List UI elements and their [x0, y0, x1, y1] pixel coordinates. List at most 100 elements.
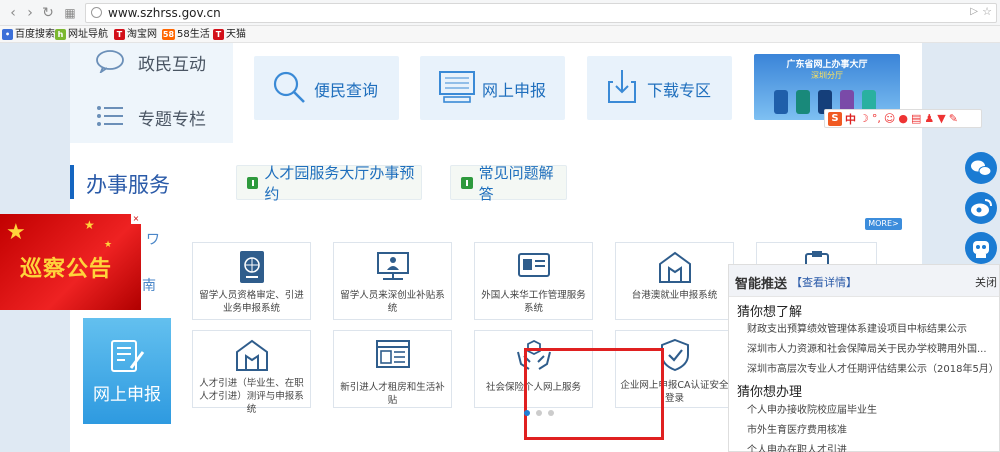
robot-icon[interactable] [965, 232, 997, 264]
service-card-startup-subsidy[interactable]: 留学人员来深创业补贴系统 [333, 242, 452, 320]
push-item[interactable]: 深圳市人力资源和社会保障局关于民办学校聘用外国... [747, 340, 987, 355]
ad-text: 巡察公告 [20, 257, 113, 282]
faq-link[interactable]: 常见问题解答 [450, 164, 567, 203]
monitor-icon [438, 70, 476, 104]
online-apply-box[interactable]: 网上申报 [83, 318, 171, 424]
ime-mode: 中 [845, 112, 856, 126]
moon-icon: ☽ [859, 112, 869, 125]
list-icon [96, 105, 124, 127]
service-card-foreigner-work[interactable]: 外国人来华工作管理服务系统 [474, 242, 593, 320]
partial-label-top: ワ [146, 232, 160, 248]
bookmark-58[interactable]: 58 58生活 [162, 28, 210, 41]
bookmark-hao[interactable]: h 网址导航 [55, 28, 108, 41]
tmall-icon: T [213, 29, 224, 40]
star-icon[interactable]: ☆ [982, 5, 992, 18]
nav-item-interaction[interactable]: 政民互动 [138, 50, 206, 75]
service-card-talent-introduction[interactable]: 人才引进（毕业生、在职人才引进）测评与申报系统 [192, 330, 311, 415]
card-label: 台港澳就业申报系统 [631, 290, 718, 301]
taobao-icon: T [114, 29, 125, 40]
inspection-ad[interactable]: ★ ★ ★ 巡察公告 [0, 214, 141, 310]
tile-online-declare[interactable]: 网上申报 [420, 56, 565, 120]
house-icon [193, 338, 310, 372]
sogou-icon: S [828, 111, 842, 126]
section-accent-bar [70, 165, 74, 199]
push-item[interactable]: 财政支出预算绩效管理体系建设项目中标结果公示 [747, 320, 967, 335]
carousel-dot[interactable] [536, 410, 542, 416]
service-card-hk-macao-taiwan[interactable]: 台港澳就业申报系统 [615, 242, 734, 320]
weibo-icon[interactable] [965, 192, 997, 224]
nav-item-topics[interactable]: 专题专栏 [138, 105, 206, 130]
hao-icon: h [55, 29, 66, 40]
shirt-icon: ▼ [937, 112, 946, 125]
push-item[interactable]: 个人申办接收院校应届毕业生 [747, 401, 877, 416]
section-title: 办事服务 [86, 173, 170, 197]
globe-icon [91, 7, 102, 18]
bookmark-label: 58生活 [177, 29, 210, 40]
view-details-link[interactable]: 【查看详情】 [791, 274, 857, 290]
forward-icon[interactable]: › [22, 5, 38, 21]
partial-label-guide: 南 [142, 278, 156, 294]
user-icon: ♟ [924, 112, 935, 125]
figure-icon [796, 90, 810, 114]
pill-label: 常见问题解答 [478, 163, 554, 203]
chat-bubble-icon [95, 49, 125, 73]
carousel-dot-active[interactable] [524, 410, 530, 416]
bookmarks-bar: • 百度搜索 h 网址导航 T 淘宝网 58 58生活 T 天猫 [0, 26, 1000, 43]
info-icon [247, 176, 259, 189]
play-icon[interactable]: ▷ [970, 6, 978, 17]
smart-push-panel: 智能推送 【查看详情】 关闭 猜你想了解 财政支出预算绩效管理体系建设项目中标结… [728, 264, 1000, 452]
online-apply-label: 网上申报 [93, 385, 161, 405]
bookmark-label: 网址导航 [68, 29, 108, 40]
search-icon [272, 70, 306, 104]
bookmark-tmall[interactable]: T 天猫 [213, 28, 246, 41]
house-icon [616, 250, 733, 284]
appointment-link[interactable]: 人才园服务大厅办事预约 [236, 164, 422, 203]
bookmark-taobao[interactable]: T 淘宝网 [114, 28, 157, 41]
service-card-overseas-qualification[interactable]: 留学人员资格审定、引进业务申报系统 [192, 242, 311, 320]
browser-toolbar: ‹ › ↻ ▦ www.szhrss.gov.cn ▷ ☆ [0, 0, 1000, 26]
passport-icon [193, 250, 310, 284]
service-card-rent-living-subsidy[interactable]: 新引进人才租房和生活补贴 [333, 330, 452, 408]
star-icon: ★ [104, 240, 113, 250]
push-item[interactable]: 市外生育医疗费用核准 [747, 421, 847, 436]
push-item[interactable]: 个人申办在职人才引进 [747, 441, 847, 452]
download-icon [607, 68, 637, 104]
star-icon: ★ [84, 218, 95, 232]
document-pen-icon [109, 338, 145, 374]
left-nav: 政民互动 专题专栏 [70, 43, 233, 143]
carousel-dot[interactable] [548, 410, 554, 416]
address-bar[interactable]: www.szhrss.gov.cn ▷ ☆ [85, 3, 997, 23]
card-label: 新引进人才租房和生活补贴 [340, 382, 445, 406]
push-item[interactable]: 深圳市高层次专业人才任期评估结果公示（2018年5月） [747, 360, 999, 375]
tile-downloads[interactable]: 下载专区 [587, 56, 732, 120]
push-title: 智能推送 [735, 277, 788, 292]
back-icon[interactable]: ‹ [5, 5, 21, 21]
id-card-icon [475, 250, 592, 284]
card-label: 外国人来华工作管理服务系统 [481, 290, 586, 314]
push-close-button[interactable]: 关闭 [975, 274, 997, 290]
more-button[interactable]: MORE> [865, 218, 902, 230]
ad-close-button[interactable]: × [131, 214, 141, 224]
banner-title: 广东省网上办事大厅 [786, 60, 868, 70]
monitor-person-icon [334, 250, 451, 284]
browser-icon [334, 338, 451, 372]
tile-label: 下载专区 [647, 81, 712, 100]
smile-icon: ☺ [883, 112, 896, 125]
grid-icon[interactable]: ▦ [62, 5, 78, 21]
tile-label: 网上申报 [482, 81, 547, 100]
bookmark-label: 天猫 [226, 29, 246, 40]
wechat-icon[interactable] [965, 152, 997, 184]
reload-icon[interactable]: ↻ [40, 5, 56, 21]
bookmark-baidu[interactable]: • 百度搜索 [2, 28, 55, 41]
guess-understand-heading: 猜你想了解 [737, 305, 803, 320]
banner-subtitle: 深圳分厅 [811, 71, 843, 80]
keyboard-icon: ▤ [910, 112, 922, 125]
ime-toolbar[interactable]: S 中 ☽ °, ☺ ● ▤ ♟ ▼ ✎ [824, 109, 982, 128]
guess-handle-heading: 猜你想办理 [737, 385, 803, 400]
tile-convenience-query[interactable]: 便民查询 [254, 56, 399, 120]
card-label: 留学人员资格审定、引进业务申报系统 [199, 290, 304, 314]
punct-icon: °, [871, 112, 881, 125]
info-icon [461, 176, 473, 189]
bookmark-label: 淘宝网 [127, 29, 157, 40]
wrench-icon: ✎ [948, 112, 958, 125]
